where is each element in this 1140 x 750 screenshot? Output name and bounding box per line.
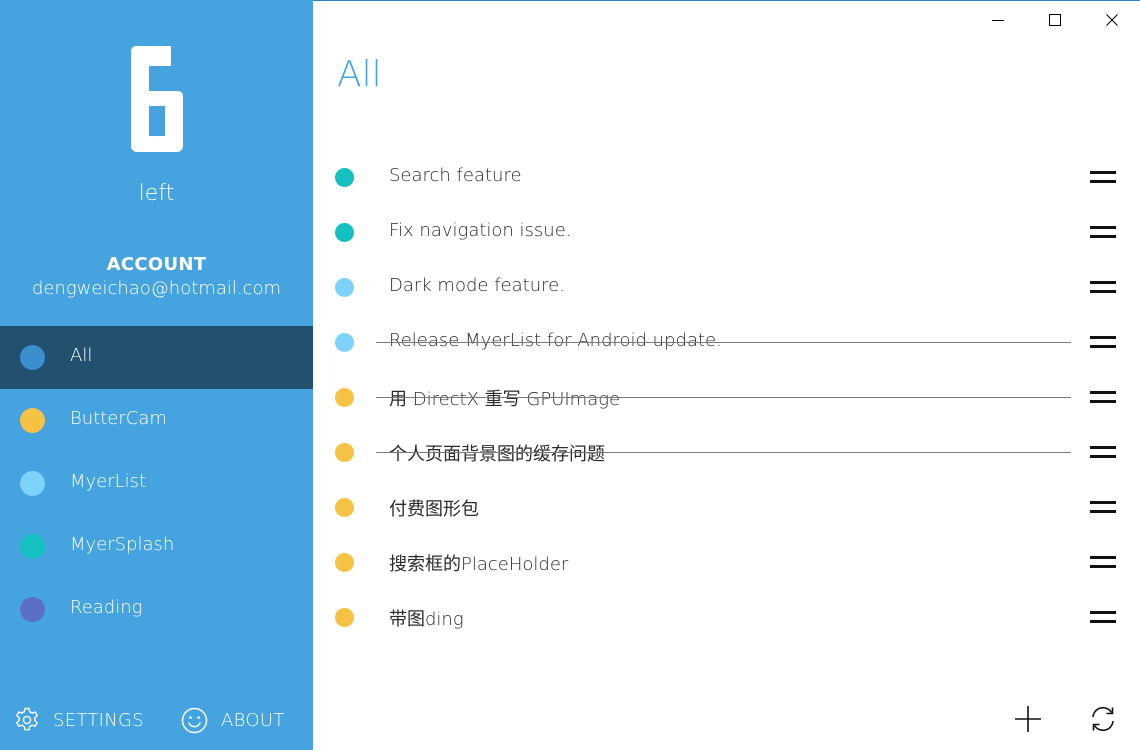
todo-category-dot[interactable]	[335, 168, 354, 187]
count-digit-graphic	[130, 46, 183, 152]
gear-icon	[15, 707, 39, 731]
drag-handle-icon[interactable]	[1090, 390, 1116, 405]
category-color-dot	[20, 534, 45, 559]
todo-category-dot[interactable]	[335, 388, 354, 407]
category-color-dot	[20, 597, 45, 622]
todo-category-dot[interactable]	[335, 278, 354, 297]
drag-handle-icon[interactable]	[1090, 500, 1116, 515]
close-icon	[1105, 14, 1118, 26]
category-item-myersplash[interactable]: MyerSplash	[0, 515, 313, 578]
undone-count: 6	[0, 46, 313, 152]
drag-handle-icon[interactable]	[1090, 280, 1116, 295]
todo-item[interactable]: 搜索框的PlaceHolder	[313, 535, 1140, 590]
category-item-myerlist[interactable]: MyerList	[0, 452, 313, 515]
todo-text: 个人页面背景图的缓存问题	[389, 444, 605, 465]
todo-category-dot[interactable]	[335, 608, 354, 627]
todo-text: Fix navigation issue.	[389, 220, 572, 241]
todo-item[interactable]: Fix navigation issue.	[313, 205, 1140, 260]
maximize-button[interactable]	[1026, 0, 1083, 40]
maximize-icon	[1048, 14, 1061, 26]
about-button[interactable]: ABOUT	[181, 700, 285, 740]
category-label: Reading	[70, 597, 143, 618]
category-list: All ButterCam MyerList MyerSplash Readin…	[0, 326, 313, 641]
done-strikethrough	[376, 452, 1071, 453]
todo-text: Dark mode feature.	[389, 275, 565, 296]
drag-handle-icon[interactable]	[1090, 225, 1116, 240]
sidebar-footer: SETTINGS ABOUT	[0, 700, 313, 740]
plus-icon	[1015, 706, 1041, 732]
category-item-all[interactable]: All	[0, 326, 313, 389]
todo-category-dot[interactable]	[335, 443, 354, 462]
category-color-dot	[20, 471, 45, 496]
minimize-icon	[991, 20, 1004, 21]
add-todo-button[interactable]	[1007, 698, 1049, 740]
page-title: All	[337, 54, 382, 95]
category-color-dot	[20, 408, 45, 433]
drag-handle-icon[interactable]	[1090, 555, 1116, 570]
todo-text: 用 DirectX 重写 GPUImage	[389, 389, 621, 410]
todo-item[interactable]: 带图ding	[313, 590, 1140, 645]
todo-text: 带图ding	[389, 609, 464, 630]
todo-list: Search feature Fix navigation issue. Dar…	[313, 150, 1140, 645]
done-strikethrough	[376, 397, 1071, 398]
todo-category-dot[interactable]	[335, 223, 354, 242]
todo-text: 搜索框的PlaceHolder	[389, 554, 569, 575]
category-label: MyerSplash	[70, 534, 175, 555]
todo-item[interactable]: 付费图形包	[313, 480, 1140, 535]
todo-category-dot[interactable]	[335, 333, 354, 352]
sync-icon	[1092, 706, 1114, 732]
minimize-button[interactable]	[969, 0, 1026, 40]
category-item-buttercam[interactable]: ButterCam	[0, 389, 313, 452]
smiley-icon	[181, 707, 208, 733]
category-label: All	[70, 345, 93, 366]
about-label: ABOUT	[221, 709, 285, 731]
todo-item[interactable]: Search feature	[313, 150, 1140, 205]
settings-label: SETTINGS	[53, 709, 145, 731]
todo-item[interactable]: 个人页面背景图的缓存问题	[313, 425, 1140, 480]
todo-category-dot[interactable]	[335, 498, 354, 517]
account-title[interactable]: ACCOUNT	[0, 254, 313, 275]
category-label: MyerList	[70, 471, 147, 492]
count-caption: left	[138, 181, 175, 206]
drag-handle-icon[interactable]	[1090, 170, 1116, 185]
drag-handle-icon[interactable]	[1090, 445, 1116, 460]
done-strikethrough	[376, 342, 1071, 343]
todo-text: Search feature	[389, 165, 522, 186]
drag-handle-icon[interactable]	[1090, 335, 1116, 350]
sidebar: 6 left ACCOUNT dengweichao@hotmail.com A…	[0, 0, 313, 750]
window-controls	[969, 0, 1140, 40]
account-email: dengweichao@hotmail.com	[31, 278, 282, 299]
close-button[interactable]	[1083, 0, 1140, 40]
sync-button[interactable]	[1082, 698, 1124, 740]
todo-text: Release MyerList for Android update.	[389, 330, 722, 351]
todo-category-dot[interactable]	[335, 553, 354, 572]
category-color-dot	[20, 345, 45, 370]
category-item-reading[interactable]: Reading	[0, 578, 313, 641]
todo-text: 付费图形包	[389, 499, 479, 520]
todo-item[interactable]: 用 DirectX 重写 GPUImage	[313, 370, 1140, 425]
todo-item[interactable]: Dark mode feature.	[313, 260, 1140, 315]
todo-item[interactable]: Release MyerList for Android update.	[313, 315, 1140, 370]
settings-button[interactable]: SETTINGS	[14, 700, 144, 740]
category-label: ButterCam	[70, 408, 167, 429]
drag-handle-icon[interactable]	[1090, 610, 1116, 625]
